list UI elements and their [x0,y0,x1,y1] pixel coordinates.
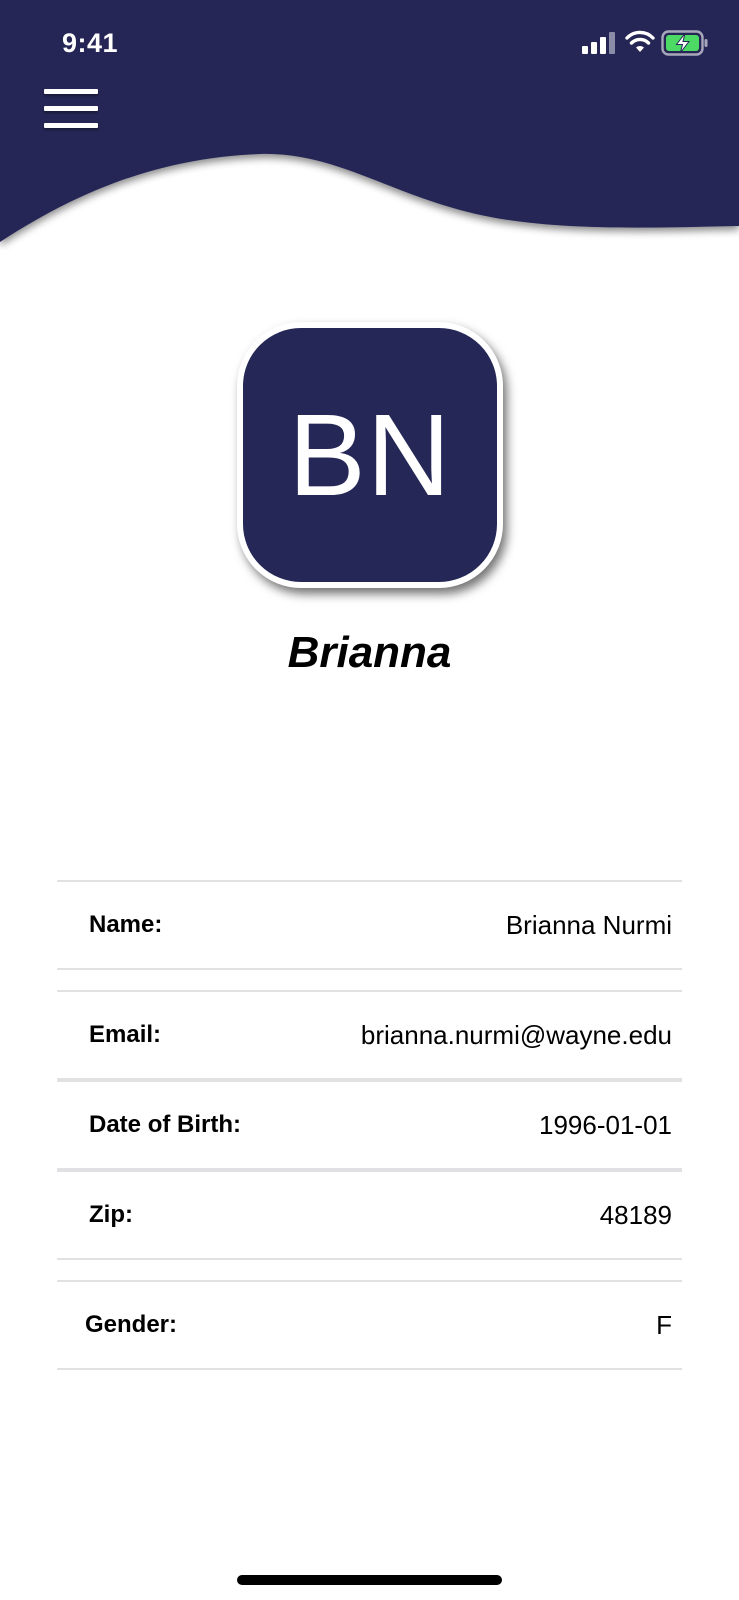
detail-row-gender: Gender: F [57,1280,682,1370]
wifi-icon [625,30,655,52]
detail-value: 48189 [599,1200,672,1230]
detail-value: Brianna Nurmi [505,910,672,940]
signal-icon [582,32,615,54]
detail-label: Name: [89,911,163,938]
detail-label: Email: [89,1021,162,1048]
detail-row-date-of-birth: Date of Birth: 1996-01-01 [57,1080,682,1170]
profile-display-name: Brianna [287,628,452,677]
detail-value: F [656,1310,672,1340]
battery-charging-icon [661,30,708,56]
detail-value: brianna.nurmi@wayne.edu [360,1020,672,1050]
detail-label: Date of Birth: [89,1111,241,1138]
detail-row-email: Email: brianna.nurmi@wayne.edu [57,990,682,1080]
avatar: BN [237,322,503,588]
menu-bar-bottom [44,123,98,128]
home-indicator[interactable] [237,1575,502,1585]
detail-label: Zip: [89,1201,133,1228]
detail-row-zip: Zip: 48189 [57,1170,682,1260]
avatar-initials: BN [288,390,452,520]
hamburger-menu-icon[interactable] [40,84,102,134]
detail-row-name: Name: Brianna Nurmi [57,880,682,970]
menu-bar-top [44,89,98,94]
detail-value: 1996-01-01 [539,1110,672,1140]
detail-label: Gender: [85,1311,178,1338]
status-bar: 9:41 [0,0,739,90]
menu-bar-middle [44,106,98,111]
status-time: 9:41 [62,28,119,58]
